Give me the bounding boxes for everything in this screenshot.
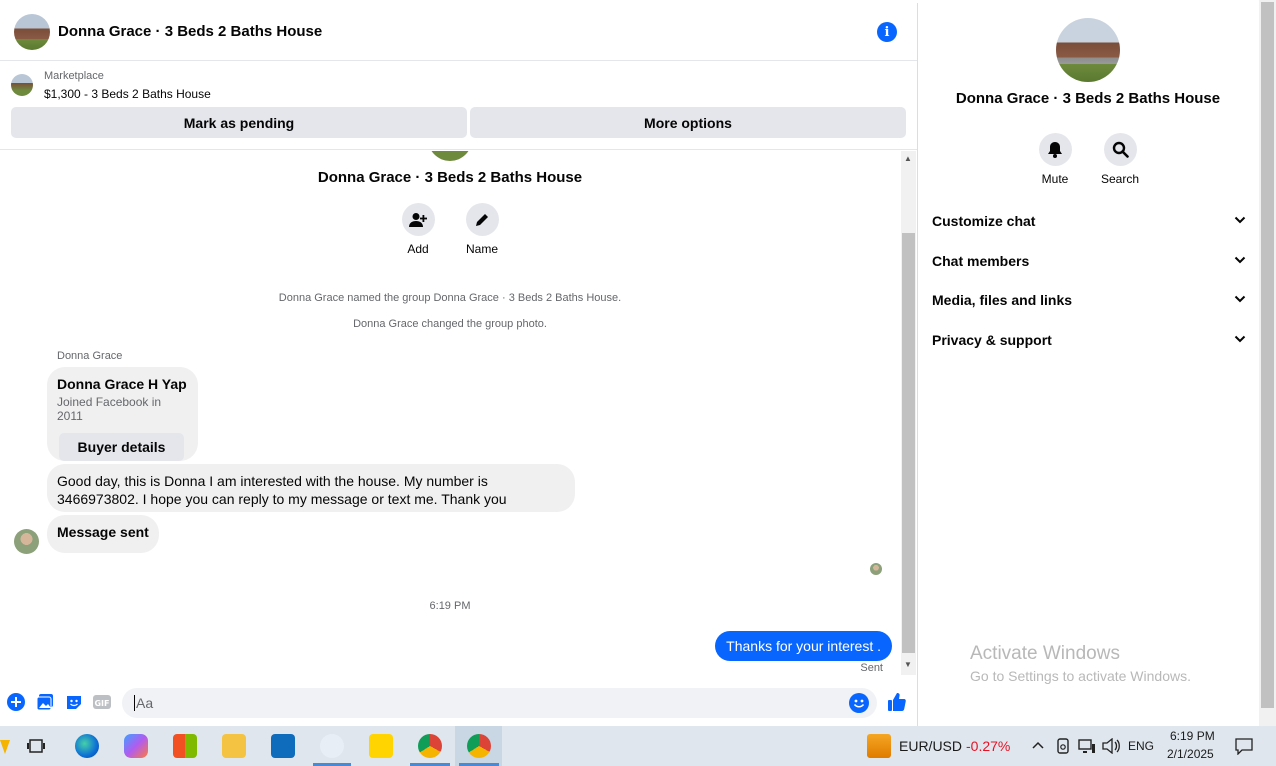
search-icon: [1103, 133, 1137, 166]
group-name: Donna Grace · 3 Beds 2 Baths House: [317, 169, 583, 186]
mark-as-pending-button[interactable]: Mark as pending: [11, 107, 467, 138]
copilot-icon[interactable]: [124, 734, 148, 758]
file-explorer-icon[interactable]: [222, 734, 246, 758]
scroll-down-icon[interactable]: ▼: [904, 660, 912, 669]
taskbar: EUR/USD -0.27% ENG 6:19 PM 2/1/2025: [0, 726, 1276, 766]
sticky-notes-icon[interactable]: [369, 734, 393, 758]
composer: GIF Aa: [0, 681, 917, 726]
sticker-icon[interactable]: [65, 693, 83, 711]
chat-pane: Donna Grace · 3 Beds 2 Baths House i Mar…: [0, 3, 918, 726]
message-list[interactable]: Donna Grace · 3 Beds 2 Baths House Add N…: [0, 151, 900, 681]
listing-thumbnail[interactable]: [11, 74, 33, 96]
add-person-icon: [401, 203, 435, 236]
section-media-files-links[interactable]: Media, files and links: [932, 292, 1248, 308]
paint-icon[interactable]: [320, 734, 344, 758]
notification-icon[interactable]: [1235, 738, 1253, 755]
clock-date[interactable]: 2/1/2025: [1167, 747, 1214, 761]
edge-browser-icon[interactable]: [75, 734, 99, 758]
screen: Donna Grace · 3 Beds 2 Baths House i Mar…: [0, 0, 1276, 766]
network-icon[interactable]: [1078, 738, 1096, 754]
chat-title[interactable]: Donna Grace · 3 Beds 2 Baths House: [58, 23, 322, 40]
add-label: Add: [407, 242, 429, 256]
info-icon[interactable]: i: [877, 22, 897, 42]
chrome-active-window[interactable]: [455, 726, 502, 766]
sender-name: Donna Grace: [57, 350, 123, 362]
currency-widget-icon[interactable]: [867, 734, 891, 758]
chevron-down-icon: [1234, 256, 1246, 264]
chat-info-pane: Donna Grace · 3 Beds 2 Baths House Mute …: [918, 3, 1258, 726]
text-caret: [134, 695, 135, 711]
chat-header: Donna Grace · 3 Beds 2 Baths House i: [0, 3, 917, 61]
section-label: Customize chat: [932, 213, 1036, 229]
photo-icon[interactable]: [36, 693, 54, 711]
device-icon[interactable]: [1056, 738, 1070, 754]
group-photo-large[interactable]: [1056, 18, 1120, 82]
chrome-profile-icon: [467, 734, 491, 758]
chrome-icon[interactable]: [418, 734, 442, 758]
microsoft-store-icon[interactable]: [173, 734, 197, 758]
plus-icon[interactable]: [7, 693, 25, 711]
search-label: Search: [1100, 172, 1140, 186]
page-scroll-thumb[interactable]: [1261, 2, 1274, 708]
task-view-icon[interactable]: [27, 738, 45, 754]
chevron-down-icon: [1234, 216, 1246, 224]
chevron-down-icon: [1234, 295, 1246, 303]
message-input-placeholder: Aa: [136, 695, 154, 711]
mute-label: Mute: [1041, 172, 1069, 186]
pencil-icon: [465, 203, 499, 236]
message-input[interactable]: Aa: [122, 688, 877, 718]
delivery-status: Sent: [860, 662, 883, 674]
section-privacy-support[interactable]: Privacy & support: [932, 332, 1248, 348]
volume-icon[interactable]: [1102, 738, 1120, 754]
gif-icon[interactable]: GIF: [93, 693, 111, 711]
activation-watermark-title: Activate Windows: [970, 643, 1120, 664]
thumbs-up-icon[interactable]: [886, 691, 908, 713]
buyer-card: Donna Grace H Yap Joined Facebook in 201…: [47, 367, 198, 461]
incoming-message[interactable]: Good day, this is Donna I am interested …: [47, 464, 575, 512]
widget-edge-icon[interactable]: [0, 740, 10, 754]
system-message: Donna Grace named the group Donna Grace …: [278, 292, 622, 304]
more-options-button[interactable]: More options: [470, 107, 906, 138]
mute-action[interactable]: Mute: [1027, 133, 1083, 186]
scroll-up-icon[interactable]: ▲: [904, 154, 912, 163]
scroll-thumb[interactable]: [902, 233, 915, 653]
chevron-down-icon: [1234, 335, 1246, 343]
ticker-change: -0.27%: [966, 738, 1011, 754]
info-group-name: Donna Grace · 3 Beds 2 Baths House: [955, 90, 1221, 107]
language-indicator[interactable]: ENG: [1128, 739, 1154, 753]
rename-action[interactable]: Name: [452, 203, 512, 256]
clock-time[interactable]: 6:19 PM: [1170, 729, 1215, 743]
activation-watermark-text: Go to Settings to activate Windows.: [970, 668, 1191, 684]
emoji-icon[interactable]: [849, 693, 869, 713]
incoming-message[interactable]: Message sent: [47, 515, 159, 553]
sender-avatar[interactable]: [14, 529, 39, 554]
section-chat-members[interactable]: Chat members: [932, 253, 1248, 269]
listing-title[interactable]: $1,300 - 3 Beds 2 Baths House: [44, 87, 211, 101]
search-action[interactable]: Search: [1092, 133, 1148, 186]
system-message: Donna Grace changed the group photo.: [353, 318, 547, 330]
name-label: Name: [465, 242, 498, 256]
buyer-details-button[interactable]: Buyer details: [59, 433, 184, 461]
marketplace-strip: Marketplace $1,300 - 3 Beds 2 Baths Hous…: [0, 62, 917, 150]
outlook-icon[interactable]: [271, 734, 295, 758]
message-timestamp: 6:19 PM: [429, 600, 471, 612]
page-scrollbar[interactable]: [1259, 0, 1276, 726]
chevron-up-icon[interactable]: [1032, 741, 1044, 750]
section-customize-chat[interactable]: Customize chat: [932, 213, 1248, 229]
group-avatar[interactable]: [14, 13, 50, 50]
group-photo: [428, 151, 472, 161]
marketplace-label: Marketplace: [44, 70, 104, 82]
outgoing-message[interactable]: Thanks for your interest .: [715, 631, 892, 661]
bell-icon: [1038, 133, 1072, 166]
message-scrollbar[interactable]: ▲ ▼: [901, 151, 916, 675]
section-label: Privacy & support: [932, 332, 1052, 348]
section-label: Media, files and links: [932, 292, 1073, 308]
buyer-joined: Joined Facebook in 2011: [57, 395, 162, 423]
buyer-name: Donna Grace H Yap: [57, 376, 187, 392]
add-people-action[interactable]: Add: [388, 203, 448, 256]
section-label: Chat members: [932, 253, 1030, 269]
ticker-symbol[interactable]: EUR/USD: [899, 738, 962, 754]
svg-text:GIF: GIF: [94, 699, 109, 708]
seen-indicator-avatar: [870, 563, 882, 575]
